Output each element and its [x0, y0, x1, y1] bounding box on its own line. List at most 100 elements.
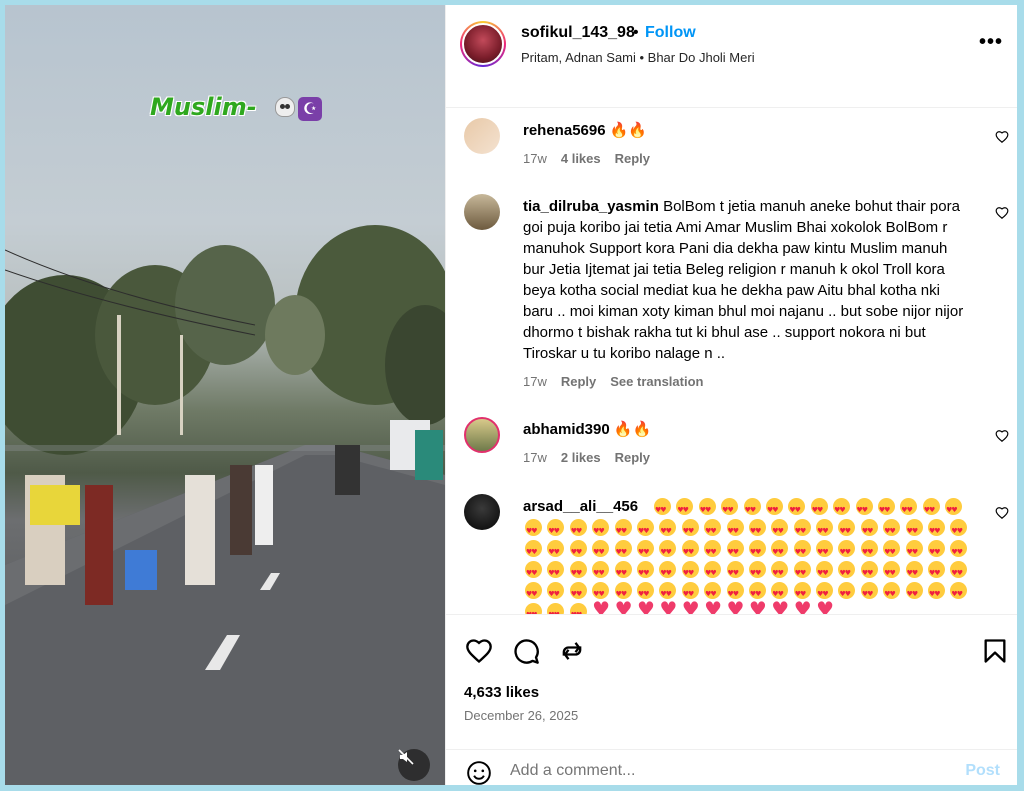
repost-icon[interactable] — [558, 637, 586, 665]
heart-icon[interactable] — [465, 637, 493, 665]
comment-item: arsad__ali__456 😍😍😍😍😍😍😍😍😍😍😍😍😍😍😍😍😍😍😍😍😍😍😍😍… — [464, 494, 1009, 614]
heart-eyes-emoji-icon — [836, 560, 858, 584]
comment-text: 🔥🔥 — [613, 421, 652, 438]
comment-text: 🔥🔥 — [609, 122, 648, 139]
like-comment-heart-icon[interactable] — [995, 429, 1009, 443]
header-separator: • — [633, 24, 639, 41]
heart-eyes-emoji-icon — [881, 518, 903, 542]
bookmark-icon[interactable] — [981, 637, 1009, 665]
heart-eyes-emoji-icon — [725, 560, 747, 584]
heart-eyes-emoji-icon — [904, 581, 926, 605]
heart-eyes-emoji-icon — [545, 539, 567, 563]
heart-eyes-emoji-icon — [904, 539, 926, 563]
heart-eyes-emoji-icon — [881, 581, 903, 605]
like-comment-heart-icon[interactable] — [995, 130, 1009, 144]
likes-count[interactable]: 4,633 likes — [464, 684, 539, 701]
heart-eyes-emoji-icon — [881, 560, 903, 584]
like-comment-heart-icon[interactable] — [995, 506, 1009, 520]
heart-eyes-emoji-icon — [523, 581, 545, 605]
heart-eyes-emoji-icon — [568, 539, 590, 563]
reply-button[interactable]: Reply — [561, 374, 596, 389]
heart-eyes-emoji-icon — [725, 518, 747, 542]
heart-eyes-emoji-icon — [742, 497, 764, 521]
commenter-avatar[interactable] — [464, 494, 500, 530]
heart-eyes-emoji-icon — [568, 518, 590, 542]
video-overlay-emoji: ☪ — [275, 97, 322, 121]
heart-eyes-emoji-icon — [926, 518, 948, 542]
author-username[interactable]: sofikul_143_98 — [521, 24, 635, 42]
heart-eyes-emoji-icon — [854, 497, 876, 521]
comment-username[interactable]: tia_dilruba_yasmin — [523, 198, 659, 215]
commenter-avatar[interactable] — [464, 118, 500, 154]
heart-eyes-emoji-icon — [702, 539, 724, 563]
commenter-avatar[interactable] — [464, 417, 500, 453]
see-translation-button[interactable]: See translation — [610, 374, 703, 389]
heart-eyes-emoji-icon — [926, 539, 948, 563]
reel-video[interactable]: Muslim- ☪ — [5, 5, 445, 785]
heart-eyes-emoji-icon — [859, 581, 881, 605]
heart-eyes-emoji-icon — [635, 539, 657, 563]
comment-username[interactable]: abhamid390 — [523, 421, 610, 438]
red-heart-emoji-icon — [769, 599, 791, 614]
heart-eyes-emoji-icon — [769, 518, 791, 542]
heart-eyes-emoji-icon — [680, 518, 702, 542]
red-heart-emoji-icon — [680, 599, 702, 614]
heart-eyes-emoji-icon — [545, 602, 567, 614]
heart-eyes-emoji-icon — [613, 560, 635, 584]
heart-eyes-emoji-icon — [876, 497, 898, 521]
comment-item: rehena5696 🔥🔥 17w 4 likes Reply — [464, 118, 1009, 178]
heart-eyes-emoji-icon — [921, 497, 943, 521]
author-avatar[interactable] — [460, 21, 506, 67]
comment-input[interactable] — [510, 762, 930, 780]
heart-eyes-emoji-icon — [652, 497, 674, 521]
heart-eyes-emoji-icon — [747, 518, 769, 542]
heart-eyes-emoji-icon — [568, 560, 590, 584]
heart-eyes-emoji-icon — [590, 539, 612, 563]
heart-eyes-emoji-icon — [948, 539, 970, 563]
comment-likes[interactable]: 4 likes — [561, 151, 601, 166]
follow-button[interactable]: Follow — [645, 24, 696, 42]
comment-likes[interactable]: 2 likes — [561, 450, 601, 465]
reply-button[interactable]: Reply — [615, 450, 650, 465]
comment-item: tia_dilruba_yasmin BolBom t jetia manuh … — [464, 194, 1009, 404]
heart-eyes-emoji-icon — [725, 539, 747, 563]
comment-text: BolBom t jetia manuh aneke bohut thair p… — [523, 198, 964, 362]
heart-eyes-emoji-icon — [523, 518, 545, 542]
heart-eyes-emoji-icon — [568, 602, 590, 614]
heart-eyes-emoji-icon — [948, 518, 970, 542]
commenter-avatar[interactable] — [464, 194, 500, 230]
comment-username[interactable]: rehena5696 — [523, 122, 606, 139]
more-options-icon[interactable]: ••• — [979, 31, 1003, 54]
heart-eyes-emoji-icon — [792, 518, 814, 542]
comment-list: rehena5696 🔥🔥 17w 4 likes Reply tia_dilr… — [446, 109, 1017, 614]
mute-toggle-button[interactable] — [398, 749, 430, 781]
heart-eyes-emoji-icon — [680, 560, 702, 584]
post-date[interactable]: December 26, 2025 — [464, 708, 578, 723]
heart-eyes-emoji-icon — [831, 497, 853, 521]
post-comment-button[interactable]: Post — [965, 762, 1000, 780]
heart-eyes-emoji-icon — [545, 518, 567, 542]
heart-eyes-emoji-icon — [523, 539, 545, 563]
heart-eyes-emoji-icon — [859, 518, 881, 542]
heart-eyes-emoji-icon — [859, 560, 881, 584]
heart-eyes-emoji-icon — [719, 497, 741, 521]
comment-item: abhamid390 🔥🔥 17w 2 likes Reply — [464, 417, 1009, 477]
audio-track-link[interactable]: Pritam, Adnan Sami • Bhar Do Jholi Meri — [521, 50, 755, 65]
comment-time[interactable]: 17w — [523, 374, 547, 389]
comment-icon[interactable] — [512, 637, 540, 665]
like-comment-heart-icon[interactable] — [995, 206, 1009, 220]
comment-time[interactable]: 17w — [523, 450, 547, 465]
heart-eyes-emoji-icon — [809, 497, 831, 521]
post-sidebar: sofikul_143_98 • Follow Pritam, Adnan Sa… — [445, 5, 1017, 785]
heart-eyes-emoji-icon — [590, 518, 612, 542]
heart-eyes-emoji-icon — [764, 497, 786, 521]
comment-time[interactable]: 17w — [523, 151, 547, 166]
heart-eyes-emoji-icon — [926, 560, 948, 584]
heart-eyes-emoji-icon — [568, 581, 590, 605]
reply-button[interactable]: Reply — [615, 151, 650, 166]
red-heart-emoji-icon — [792, 599, 814, 614]
red-heart-emoji-icon — [657, 599, 679, 614]
red-heart-emoji-icon — [747, 599, 769, 614]
emoji-picker-icon[interactable] — [466, 760, 492, 785]
heart-eyes-emoji-icon — [836, 518, 858, 542]
